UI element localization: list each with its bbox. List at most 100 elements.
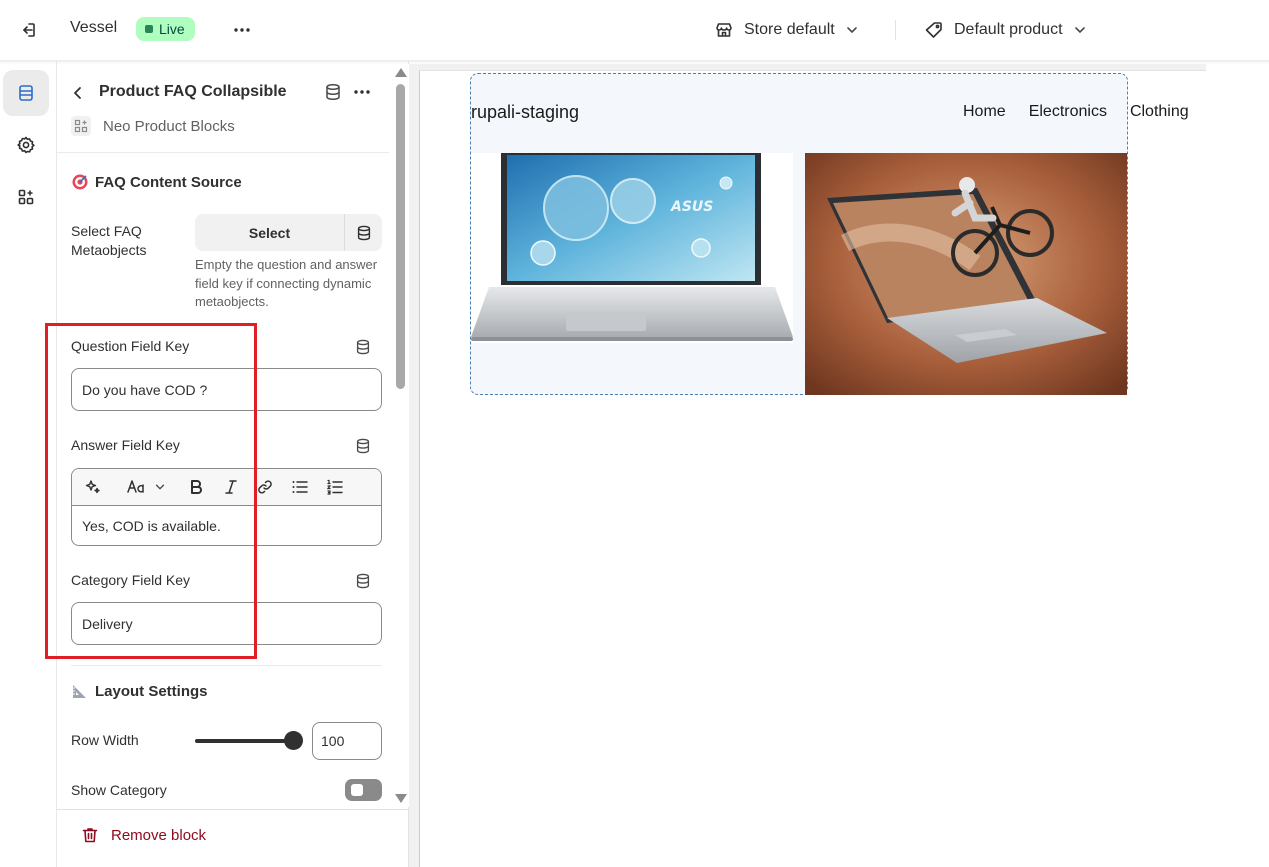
preview-canvas: rupali-staging Home Electronics Clothing — [409, 64, 1206, 867]
trash-icon — [82, 828, 98, 843]
store-selector[interactable]: Store default — [714, 16, 859, 44]
exit-editor-button[interactable] — [14, 16, 42, 44]
laptop-brand-text: ASUS — [670, 199, 713, 215]
product-image-laptop-front[interactable]: ASUS — [471, 153, 793, 343]
top-divider — [895, 20, 896, 40]
theme-actions-button[interactable] — [228, 16, 256, 44]
row-width-label: Row Width — [71, 732, 139, 748]
database-icon[interactable] — [354, 338, 372, 356]
toggle-knob — [351, 784, 363, 796]
select-faq-label: Select FAQ Metaobjects — [71, 223, 147, 258]
row-width-slider-thumb[interactable] — [284, 731, 303, 750]
product-image-laptop-bike[interactable] — [805, 153, 1127, 395]
app-blocks-icon — [71, 116, 91, 136]
product-selector[interactable]: Default product — [924, 16, 1087, 44]
laptop-front-illustration: ASUS — [471, 153, 793, 341]
divider — [57, 152, 389, 153]
live-status-badge: Live — [136, 17, 195, 41]
laptop-bike-illustration — [805, 153, 1127, 395]
numbered-list-button[interactable] — [324, 469, 346, 506]
live-label: Live — [159, 21, 185, 37]
numbered-list-icon — [326, 479, 343, 495]
chevron-down-icon — [846, 27, 857, 34]
layout-section-title: Layout Settings — [71, 682, 208, 700]
answer-field-label: Answer Field Key — [71, 437, 180, 453]
block-settings-panel: Product FAQ Collapsible Neo Product Bloc… — [57, 60, 409, 867]
database-icon — [357, 225, 370, 240]
nav-home[interactable]: Home — [963, 103, 1006, 121]
scroll-down-arrow-icon[interactable] — [395, 794, 407, 803]
apps-icon — [18, 189, 34, 205]
layout-section-title-text: Layout Settings — [95, 682, 208, 700]
sections-nav-button[interactable] — [3, 70, 49, 116]
store-selector-label: Store default — [744, 21, 835, 38]
database-icon[interactable] — [354, 437, 372, 455]
ai-generate-button[interactable] — [82, 469, 104, 506]
bullet-list-button[interactable] — [289, 469, 311, 506]
tag-icon — [925, 22, 942, 38]
connect-dynamic-source-button[interactable] — [344, 214, 382, 251]
exit-icon — [23, 23, 35, 37]
store-nav: Home Electronics Clothing — [963, 103, 1189, 121]
nav-electronics[interactable]: Electronics — [1029, 103, 1107, 121]
chevron-left-icon — [74, 87, 81, 99]
triangular-ruler-icon — [73, 685, 86, 698]
faq-section-title: FAQ Content Source — [71, 173, 242, 191]
panel-scrollbar[interactable] — [393, 64, 409, 807]
font-size-icon — [127, 480, 144, 493]
panel-footer: Remove block — [57, 809, 408, 867]
app-source-row: Neo Product Blocks — [71, 116, 235, 136]
question-field-input[interactable]: Do you have COD ? — [71, 368, 382, 411]
scroll-up-arrow-icon[interactable] — [395, 68, 407, 77]
theme-name: Vessel — [70, 19, 118, 36]
scroll-thumb[interactable] — [396, 84, 405, 389]
product-selector-label: Default product — [954, 21, 1063, 38]
chevron-down-icon — [155, 484, 165, 490]
more-horizontal-icon — [234, 28, 250, 32]
nav-clothing[interactable]: Clothing — [1130, 103, 1189, 121]
row-width-slider-track[interactable] — [195, 739, 293, 743]
theme-settings-nav-button[interactable] — [3, 122, 49, 168]
link-button[interactable] — [254, 469, 276, 506]
remove-block-label: Remove block — [111, 826, 207, 844]
app-name: Neo Product Blocks — [103, 117, 235, 135]
italic-button[interactable] — [221, 469, 241, 506]
magic-icon — [85, 480, 100, 494]
block-actions-button[interactable] — [351, 81, 373, 103]
store-logo[interactable]: rupali-staging — [471, 102, 579, 123]
text-style-dropdown[interactable] — [118, 469, 174, 506]
editor-sidebar-rail — [0, 60, 57, 867]
select-help-text: Empty the question and answer field key … — [195, 257, 378, 309]
storefront-preview[interactable]: rupali-staging Home Electronics Clothing — [419, 70, 1206, 867]
faq-section-title-text: FAQ Content Source — [95, 173, 242, 191]
row-width-input[interactable]: 100 — [312, 722, 382, 760]
question-field-label: Question Field Key — [71, 338, 190, 354]
show-category-toggle[interactable] — [345, 779, 382, 801]
sections-icon — [19, 85, 33, 101]
show-category-label: Show Category — [71, 782, 167, 798]
rte-toolbar — [72, 469, 381, 506]
category-field-input[interactable]: Delivery — [71, 602, 382, 645]
more-horizontal-icon — [354, 90, 370, 94]
select-metaobjects-button[interactable]: Select — [195, 214, 344, 251]
bullet-list-icon — [292, 481, 308, 493]
italic-icon — [225, 480, 237, 494]
gear-icon — [17, 136, 35, 154]
answer-rich-text-editor: Yes, COD is available. — [71, 468, 382, 546]
target-icon — [72, 174, 88, 190]
live-dot-icon — [145, 25, 153, 33]
remove-block-button[interactable]: Remove block — [81, 826, 206, 844]
answer-field-input[interactable]: Yes, COD is available. — [72, 506, 381, 545]
chevron-down-icon — [1074, 27, 1085, 34]
link-icon — [258, 480, 272, 494]
right-margin — [1206, 64, 1269, 867]
category-field-label: Category Field Key — [71, 572, 191, 588]
divider — [71, 665, 382, 666]
store-icon — [716, 23, 732, 37]
bold-button[interactable] — [186, 469, 206, 506]
back-button[interactable] — [67, 82, 89, 104]
database-icon[interactable] — [354, 572, 372, 590]
apps-nav-button[interactable] — [3, 174, 49, 220]
bold-icon — [191, 480, 202, 494]
database-icon[interactable] — [323, 82, 343, 102]
